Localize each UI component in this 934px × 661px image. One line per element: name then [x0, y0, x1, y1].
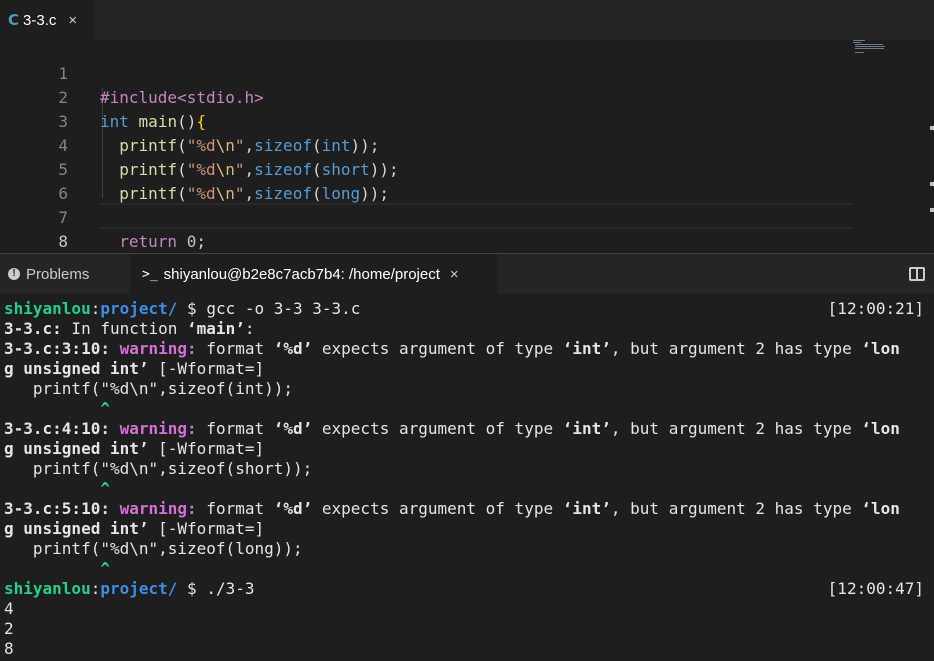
- terminal-line: ^: [4, 559, 110, 578]
- minimap[interactable]: [853, 40, 893, 60]
- terminal-line: 4: [4, 599, 14, 618]
- split-editor-icon[interactable]: [909, 267, 925, 281]
- terminal-line: ^: [4, 479, 110, 498]
- code-line[interactable]: 1 #include<stdio.h>: [0, 38, 934, 107]
- terminal-line: printf("%d\n",sizeof(long));: [4, 539, 303, 558]
- terminal-line: printf("%d\n",sizeof(short));: [4, 459, 313, 478]
- timestamp: [12:00:47]: [827, 579, 924, 598]
- command-text: ./3-3: [206, 579, 255, 598]
- code-line[interactable]: 8 }: [0, 206, 934, 275]
- close-icon[interactable]: ×: [68, 12, 77, 29]
- terminal-output[interactable]: shiyanlou:project/ $ gcc -o 3-3 3-3.c [12…: [0, 294, 934, 661]
- terminal-line: 2: [4, 619, 14, 638]
- code-line[interactable]: 4 printf("%d\n",sizeof(short));: [0, 110, 934, 179]
- code-line[interactable]: 7 return 0;: [0, 182, 934, 251]
- tab-label: 3-3.c: [23, 11, 57, 29]
- scrollbar-marker: [930, 182, 934, 186]
- terminal-line: 3-3.c:5:10: warning: format ‘%d’ expects…: [4, 499, 900, 518]
- terminal-line: shiyanlou:project/ $ gcc -o 3-3 3-3.c [12…: [4, 299, 924, 318]
- close-icon[interactable]: ×: [450, 266, 459, 283]
- terminal-line: 3-3.c: In function ‘main’:: [4, 319, 255, 338]
- terminal-line: ^: [4, 399, 110, 418]
- command-text: gcc -o 3-3 3-3.c: [206, 299, 361, 318]
- terminal-line: 3-3.c:4:10: warning: format ‘%d’ expects…: [4, 419, 900, 438]
- scrollbar-marker: [930, 126, 934, 130]
- terminal-line: g unsigned int’ [-Wformat=]: [4, 359, 265, 378]
- c-file-icon: C: [8, 11, 20, 29]
- terminal-line: printf("%d\n",sizeof(int));: [4, 379, 293, 398]
- code-text: return 0;: [119, 232, 206, 251]
- editor-tab-3-3-c[interactable]: C 3-3.c ×: [0, 0, 95, 40]
- code-line[interactable]: 3 printf("%d\n",sizeof(int));: [0, 86, 934, 155]
- terminal-line: 8: [4, 639, 14, 658]
- editor-tab-bar: C 3-3.c ×: [0, 0, 934, 40]
- terminal-line: shiyanlou:project/ $ ./3-3 [12:00:47]: [4, 579, 924, 598]
- info-icon: !: [8, 268, 20, 280]
- problems-label: Problems: [26, 265, 90, 283]
- timestamp: [12:00:21]: [827, 299, 924, 318]
- terminal-line: 3-3.c:3:10: warning: format ‘%d’ expects…: [4, 339, 900, 358]
- code-line[interactable]: 2 int main(){: [0, 62, 934, 131]
- line-number: 8: [58, 232, 68, 251]
- bottom-panel: ! Problems >_ shiyanlou@b2e8c7acb7b4: /h…: [0, 253, 934, 661]
- panel-tab-bar: ! Problems >_ shiyanlou@b2e8c7acb7b4: /h…: [0, 254, 934, 294]
- terminal-tab-label: shiyanlou@b2e8c7acb7b4: /home/project: [163, 265, 440, 283]
- terminal-line: g unsigned int’ [-Wformat=]: [4, 439, 265, 458]
- scrollbar-marker: [930, 208, 934, 212]
- code-line[interactable]: 6: [0, 158, 934, 203]
- tab-problems[interactable]: ! Problems: [8, 254, 89, 294]
- tab-terminal[interactable]: >_ shiyanlou@b2e8c7acb7b4: /home/project…: [130, 254, 497, 294]
- terminal-line: g unsigned int’ [-Wformat=]: [4, 519, 265, 538]
- code-line[interactable]: 5 printf("%d\n",sizeof(long));: [0, 134, 934, 203]
- terminal-icon: >_: [142, 266, 158, 282]
- code-editor[interactable]: 1 #include<stdio.h> 2 int main(){ 3 prin…: [0, 38, 934, 275]
